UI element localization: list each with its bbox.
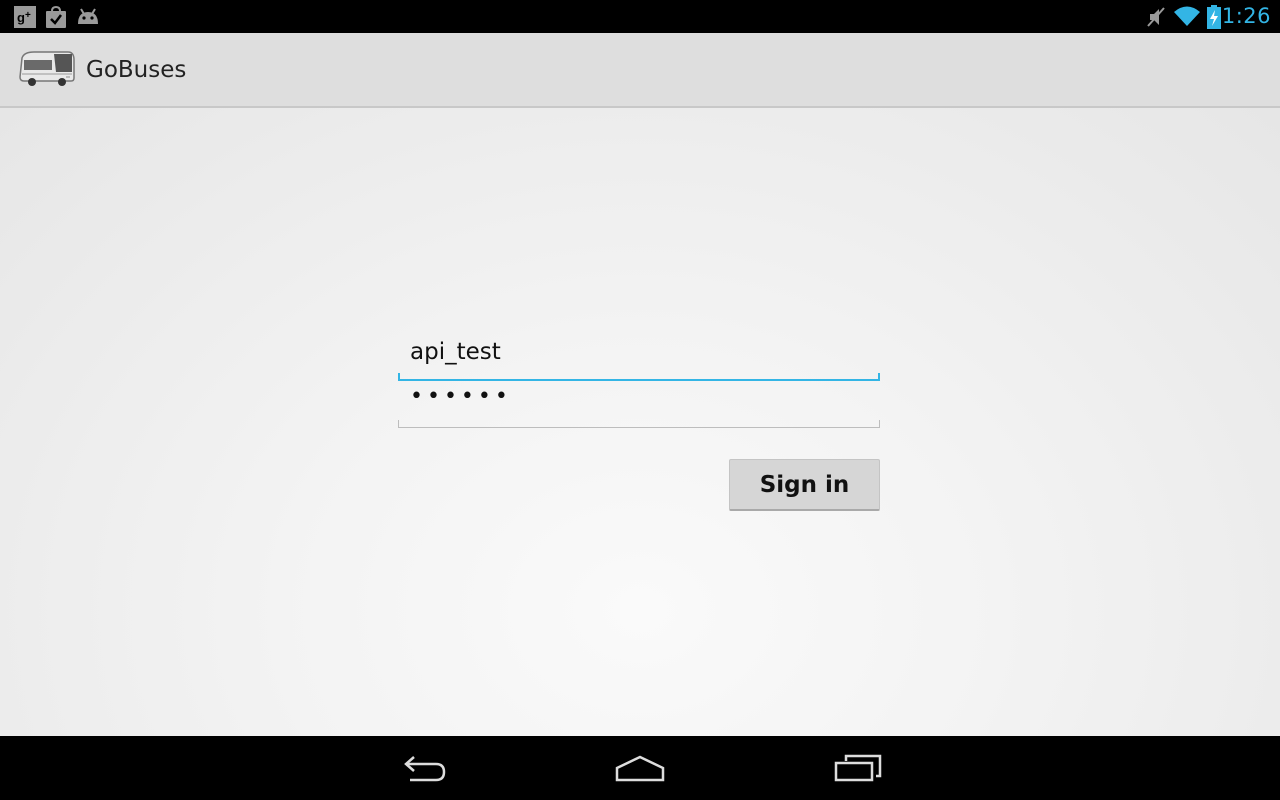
svg-text:g: g bbox=[17, 10, 25, 25]
navigation-bar bbox=[0, 736, 1280, 800]
google-plus-icon: g + bbox=[14, 6, 36, 33]
mute-icon bbox=[1146, 6, 1166, 33]
wifi-icon bbox=[1173, 5, 1201, 32]
svg-text:+: + bbox=[25, 10, 31, 21]
android-icon bbox=[75, 6, 101, 33]
username-value[interactable]: api_test bbox=[410, 339, 501, 365]
password-underline bbox=[398, 420, 880, 428]
status-bar: g + 1:26 bbox=[0, 0, 1280, 33]
play-store-icon bbox=[45, 5, 67, 33]
login-content: api_test •••••• Sign in bbox=[0, 108, 1280, 736]
app-title: GoBuses bbox=[86, 57, 187, 83]
bus-icon[interactable] bbox=[18, 48, 76, 93]
clock-time: 1:26 bbox=[1221, 4, 1271, 28]
action-bar: GoBuses bbox=[0, 33, 1280, 108]
screen: g + 1:26 GoBuses api_test •••••• Sign in bbox=[0, 0, 1280, 800]
password-field[interactable]: •••••• bbox=[398, 380, 880, 428]
home-icon[interactable] bbox=[614, 752, 666, 791]
battery-charging-icon bbox=[1207, 5, 1221, 34]
back-icon[interactable] bbox=[400, 752, 450, 791]
recent-apps-icon[interactable] bbox=[832, 752, 884, 791]
password-value[interactable]: •••••• bbox=[410, 384, 512, 409]
sign-in-button[interactable]: Sign in bbox=[729, 459, 880, 511]
username-field[interactable]: api_test bbox=[398, 333, 880, 381]
